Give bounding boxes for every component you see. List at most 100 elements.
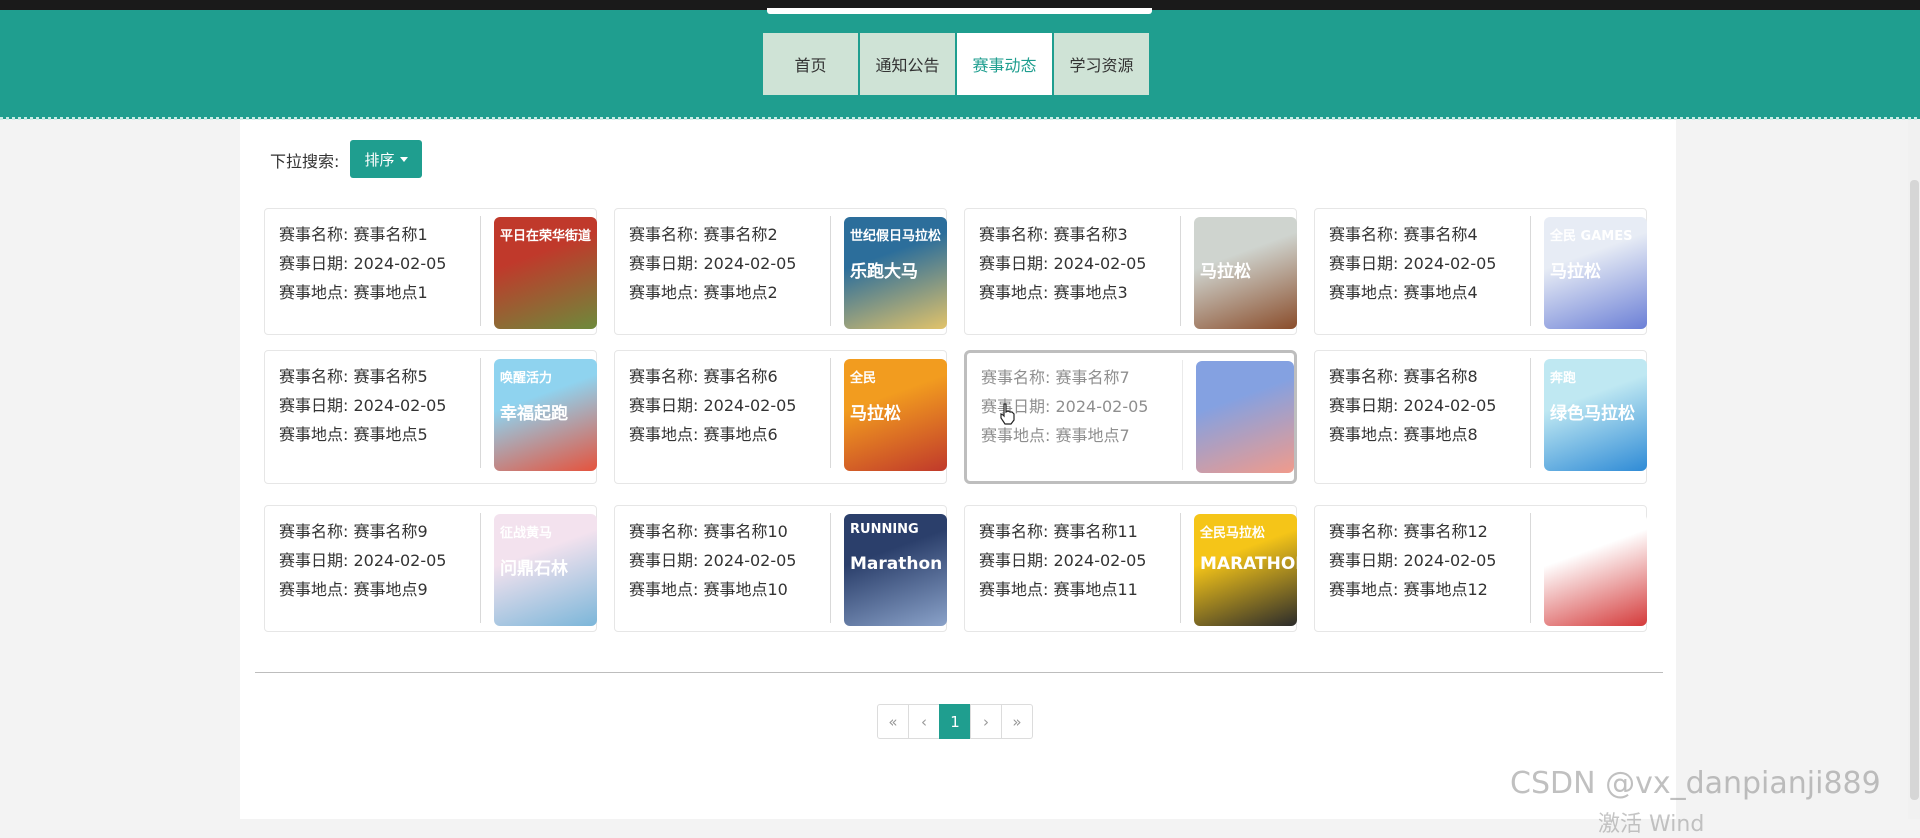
poster-subtext: 绿色马拉松 bbox=[1550, 404, 1635, 424]
event-poster-image[interactable]: 征战黄马 问鼎石林 bbox=[494, 514, 597, 626]
event-poster-image[interactable] bbox=[1196, 361, 1294, 473]
event-date-row: 赛事日期: 2024-02-05 bbox=[629, 551, 797, 570]
last-page-button[interactable]: » bbox=[1001, 704, 1033, 739]
dropdown-search-label: 下拉搜索: bbox=[270, 152, 340, 171]
poster-text: 世纪假日马拉松 bbox=[850, 229, 942, 244]
event-place-row: 赛事地点: 赛事地点4 bbox=[1329, 283, 1478, 302]
divider-line bbox=[255, 672, 1663, 673]
event-poster-image[interactable]: 唤醒活力 幸福起跑 bbox=[494, 359, 597, 471]
card-divider bbox=[1180, 216, 1181, 326]
event-place-row: 赛事地点: 赛事地点6 bbox=[629, 425, 778, 444]
poster-subtext: 马拉松 bbox=[1550, 262, 1601, 282]
poster-text: RUNNING bbox=[850, 522, 919, 537]
event-info: 赛事名称: 赛事名称1 赛事日期: 2024-02-05 赛事地点: 赛事地点1 bbox=[279, 220, 446, 307]
event-card[interactable]: 赛事名称: 赛事名称12 赛事日期: 2024-02-05 赛事地点: 赛事地点… bbox=[1314, 505, 1647, 632]
event-card[interactable]: 赛事名称: 赛事名称10 赛事日期: 2024-02-05 赛事地点: 赛事地点… bbox=[614, 505, 947, 632]
event-name-row: 赛事名称: 赛事名称11 bbox=[979, 522, 1138, 541]
event-info: 赛事名称: 赛事名称9 赛事日期: 2024-02-05 赛事地点: 赛事地点9 bbox=[279, 517, 446, 604]
card-divider bbox=[830, 513, 831, 623]
event-place-row: 赛事地点: 赛事地点8 bbox=[1329, 425, 1478, 444]
event-info: 赛事名称: 赛事名称5 赛事日期: 2024-02-05 赛事地点: 赛事地点5 bbox=[279, 362, 446, 449]
event-poster-image[interactable]: 全民马拉松 MARATHON bbox=[1194, 514, 1297, 626]
event-card[interactable]: 赛事名称: 赛事名称9 赛事日期: 2024-02-05 赛事地点: 赛事地点9… bbox=[264, 505, 597, 632]
event-place-row: 赛事地点: 赛事地点5 bbox=[279, 425, 428, 444]
card-divider bbox=[480, 216, 481, 326]
event-info: 赛事名称: 赛事名称10 赛事日期: 2024-02-05 赛事地点: 赛事地点… bbox=[629, 517, 796, 604]
poster-text: 奔跑 bbox=[1550, 371, 1577, 386]
event-name-row: 赛事名称: 赛事名称5 bbox=[279, 367, 428, 386]
event-date-row: 赛事日期: 2024-02-05 bbox=[1329, 551, 1497, 570]
event-name-row: 赛事名称: 赛事名称7 bbox=[981, 368, 1130, 387]
card-divider bbox=[480, 513, 481, 623]
poster-text: 全民 bbox=[850, 371, 877, 386]
card-divider bbox=[1530, 216, 1531, 326]
main-nav: 首页 通知公告 赛事动态 学习资源 bbox=[763, 33, 1149, 95]
event-date-row: 赛事日期: 2024-02-05 bbox=[279, 396, 447, 415]
first-page-button[interactable]: « bbox=[877, 704, 909, 739]
event-name-row: 赛事名称: 赛事名称9 bbox=[279, 522, 428, 541]
event-info: 赛事名称: 赛事名称4 赛事日期: 2024-02-05 赛事地点: 赛事地点4 bbox=[1329, 220, 1496, 307]
caret-down-icon bbox=[399, 156, 408, 162]
event-date-row: 赛事日期: 2024-02-05 bbox=[279, 254, 447, 273]
poster-subtext: 乐跑大马 bbox=[850, 262, 918, 282]
event-card[interactable]: 赛事名称: 赛事名称11 赛事日期: 2024-02-05 赛事地点: 赛事地点… bbox=[964, 505, 1297, 632]
poster-subtext: 马拉松 bbox=[850, 404, 901, 424]
event-card[interactable]: 赛事名称: 赛事名称8 赛事日期: 2024-02-05 赛事地点: 赛事地点8… bbox=[1314, 350, 1647, 484]
event-name-row: 赛事名称: 赛事名称4 bbox=[1329, 225, 1478, 244]
event-poster-image[interactable]: RUNNING Marathon bbox=[844, 514, 947, 626]
event-date-row: 赛事日期: 2024-02-05 bbox=[629, 396, 797, 415]
event-card[interactable]: 赛事名称: 赛事名称5 赛事日期: 2024-02-05 赛事地点: 赛事地点5… bbox=[264, 350, 597, 484]
event-date-row: 赛事日期: 2024-02-05 bbox=[1329, 254, 1497, 273]
event-poster-image[interactable]: 奔跑 绿色马拉松 bbox=[1544, 359, 1647, 471]
sort-button-label: 排序 bbox=[364, 150, 395, 169]
scrollbar-thumb[interactable] bbox=[1910, 180, 1919, 800]
event-info: 赛事名称: 赛事名称6 赛事日期: 2024-02-05 赛事地点: 赛事地点6 bbox=[629, 362, 796, 449]
event-info: 赛事名称: 赛事名称3 赛事日期: 2024-02-05 赛事地点: 赛事地点3 bbox=[979, 220, 1146, 307]
os-activation-text: 激活 Wind bbox=[1598, 812, 1705, 837]
poster-text: 全民 GAMES bbox=[1550, 229, 1633, 244]
event-name-row: 赛事名称: 赛事名称2 bbox=[629, 225, 778, 244]
event-poster-image[interactable]: 世纪假日马拉松 乐跑大马 bbox=[844, 217, 947, 329]
page-1-button[interactable]: 1 bbox=[939, 704, 971, 739]
nav-item-resources[interactable]: 学习资源 bbox=[1054, 33, 1149, 95]
card-divider bbox=[830, 358, 831, 468]
event-card[interactable]: 赛事名称: 赛事名称6 赛事日期: 2024-02-05 赛事地点: 赛事地点6… bbox=[614, 350, 947, 484]
event-info: 赛事名称: 赛事名称11 赛事日期: 2024-02-05 赛事地点: 赛事地点… bbox=[979, 517, 1146, 604]
event-name-row: 赛事名称: 赛事名称8 bbox=[1329, 367, 1478, 386]
prev-page-button[interactable]: ‹ bbox=[908, 704, 940, 739]
event-poster-image[interactable]: 国际马拉松 bbox=[1544, 514, 1647, 626]
poster-subtext: 问鼎石林 bbox=[500, 559, 568, 579]
nav-item-events[interactable]: 赛事动态 bbox=[957, 33, 1052, 95]
poster-text: 平日在荣华街道 bbox=[500, 229, 592, 244]
nav-item-home[interactable]: 首页 bbox=[763, 33, 858, 95]
sort-dropdown-button[interactable]: 排序 bbox=[350, 140, 422, 178]
poster-text: 唤醒活力 bbox=[500, 371, 553, 386]
event-info: 赛事名称: 赛事名称12 赛事日期: 2024-02-05 赛事地点: 赛事地点… bbox=[1329, 517, 1496, 604]
poster-text: 全民马拉松 bbox=[1200, 526, 1266, 541]
event-place-row: 赛事地点: 赛事地点10 bbox=[629, 580, 788, 599]
event-poster-image[interactable]: 马拉松 bbox=[1194, 217, 1297, 329]
next-page-button[interactable]: › bbox=[970, 704, 1002, 739]
event-info: 赛事名称: 赛事名称8 赛事日期: 2024-02-05 赛事地点: 赛事地点8 bbox=[1329, 362, 1496, 449]
event-name-row: 赛事名称: 赛事名称10 bbox=[629, 522, 788, 541]
poster-subtext: 马拉松 bbox=[1200, 262, 1251, 282]
hand-cursor-icon bbox=[1000, 403, 1015, 425]
event-name-row: 赛事名称: 赛事名称12 bbox=[1329, 522, 1488, 541]
event-name-row: 赛事名称: 赛事名称3 bbox=[979, 225, 1128, 244]
event-card[interactable]: 赛事名称: 赛事名称2 赛事日期: 2024-02-05 赛事地点: 赛事地点2… bbox=[614, 208, 947, 335]
poster-text: 征战黄马 bbox=[500, 526, 553, 541]
event-name-row: 赛事名称: 赛事名称6 bbox=[629, 367, 778, 386]
search-box[interactable] bbox=[767, 8, 1152, 14]
event-poster-image[interactable]: 平日在荣华街道 bbox=[494, 217, 597, 329]
event-card[interactable]: 赛事名称: 赛事名称3 赛事日期: 2024-02-05 赛事地点: 赛事地点3… bbox=[964, 208, 1297, 335]
event-info: 赛事名称: 赛事名称2 赛事日期: 2024-02-05 赛事地点: 赛事地点2 bbox=[629, 220, 796, 307]
event-card-grid: 赛事名称: 赛事名称1 赛事日期: 2024-02-05 赛事地点: 赛事地点1… bbox=[264, 208, 1647, 632]
card-divider bbox=[830, 216, 831, 326]
event-poster-image[interactable]: 全民 GAMES 马拉松 bbox=[1544, 217, 1647, 329]
event-card[interactable]: 赛事名称: 赛事名称4 赛事日期: 2024-02-05 赛事地点: 赛事地点4… bbox=[1314, 208, 1647, 335]
event-card[interactable]: 赛事名称: 赛事名称1 赛事日期: 2024-02-05 赛事地点: 赛事地点1… bbox=[264, 208, 597, 335]
poster-text: 国际马拉松 bbox=[1550, 526, 1616, 541]
event-place-row: 赛事地点: 赛事地点3 bbox=[979, 283, 1128, 302]
nav-item-notices[interactable]: 通知公告 bbox=[860, 33, 955, 95]
event-poster-image[interactable]: 全民 马拉松 bbox=[844, 359, 947, 471]
